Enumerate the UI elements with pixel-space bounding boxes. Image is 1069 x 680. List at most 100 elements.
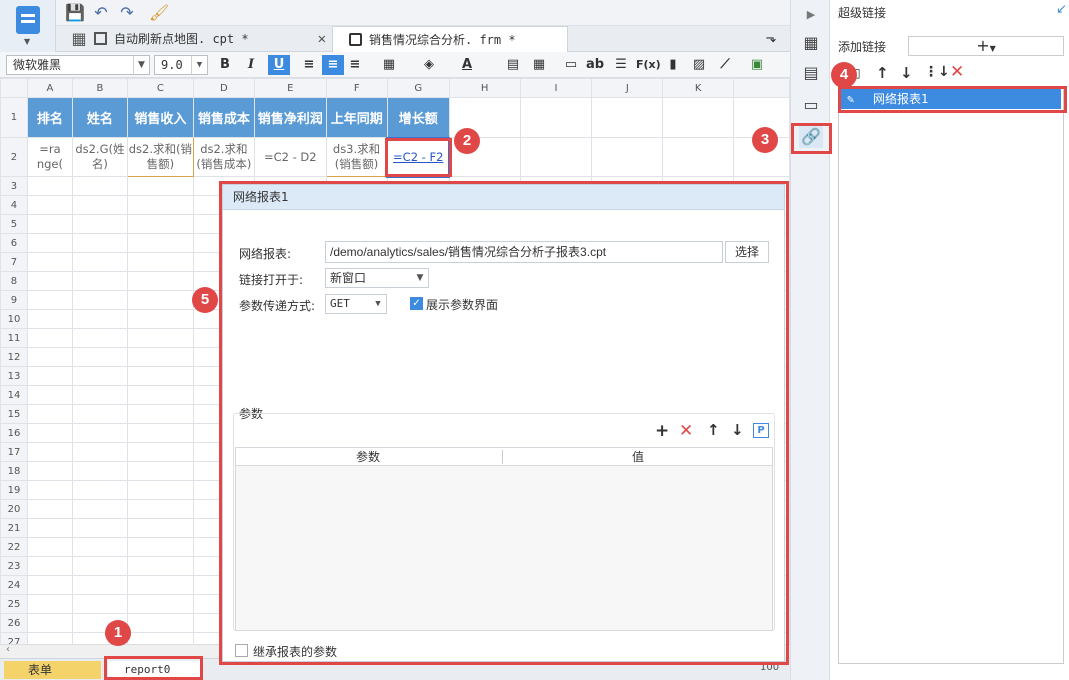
text-icon[interactable]: ab — [584, 55, 606, 75]
row-number[interactable]: 18 — [0, 461, 28, 481]
cell[interactable] — [71, 290, 128, 310]
link-item[interactable]: ✎ 网络报表1 — [841, 89, 1061, 109]
row-number[interactable]: 16 — [0, 423, 28, 443]
cell[interactable] — [126, 518, 194, 538]
cell[interactable] — [126, 309, 194, 329]
col-header[interactable]: D — [192, 78, 255, 98]
cell[interactable] — [126, 328, 194, 348]
row-number[interactable]: 17 — [0, 442, 28, 462]
data-cell[interactable]: ds2.求和(销售额) — [126, 137, 194, 177]
cell[interactable] — [71, 366, 128, 386]
cell[interactable] — [126, 347, 194, 367]
open-in-select[interactable]: 新窗口 ▼ — [325, 268, 429, 288]
row-number[interactable]: 20 — [0, 499, 28, 519]
col-header[interactable]: G — [386, 78, 450, 98]
cell[interactable] — [126, 385, 194, 405]
row-number[interactable]: 14 — [0, 385, 28, 405]
cell[interactable] — [71, 461, 128, 481]
cell[interactable] — [26, 347, 73, 367]
cell[interactable] — [126, 499, 194, 519]
header-cell[interactable]: 排名 — [26, 97, 73, 138]
data-cell[interactable]: =ra nge( — [26, 137, 73, 177]
selected-cell-g2[interactable]: =C2 - F2 — [386, 136, 451, 178]
arrow-down-icon[interactable]: ↓ — [731, 421, 744, 439]
cell[interactable] — [71, 347, 128, 367]
undo-icon[interactable]: ↶ — [90, 2, 112, 24]
sort-icon[interactable]: ⋮↓ — [924, 64, 950, 80]
close-icon[interactable]: ✕ — [318, 26, 326, 52]
data-cell[interactable]: ds2.求和(销售成本) — [192, 137, 255, 177]
row-number[interactable]: 4 — [0, 195, 28, 215]
col-header[interactable]: C — [126, 78, 194, 98]
cell[interactable] — [591, 97, 664, 138]
col-header[interactable]: H — [448, 78, 521, 98]
unmerge-icon[interactable]: ▦ — [528, 55, 550, 75]
row-number[interactable]: 11 — [0, 328, 28, 348]
cell[interactable] — [71, 480, 128, 500]
cell[interactable] — [71, 214, 128, 234]
cell[interactable] — [71, 537, 128, 557]
cell-element-icon[interactable]: ▦ — [799, 32, 823, 54]
cell[interactable] — [126, 632, 194, 644]
cell[interactable] — [26, 233, 73, 253]
cell[interactable] — [126, 404, 194, 424]
row-number[interactable]: 23 — [0, 556, 28, 576]
cell[interactable] — [26, 594, 73, 614]
data-cell[interactable]: ds2.G(姓名) — [71, 137, 128, 177]
param-p-icon[interactable]: P — [753, 423, 769, 438]
row-number[interactable]: 19 — [0, 480, 28, 500]
cell[interactable] — [26, 404, 73, 424]
row-number[interactable]: 5 — [0, 214, 28, 234]
cell[interactable] — [71, 556, 128, 576]
cell[interactable] — [126, 214, 194, 234]
cell[interactable] — [26, 632, 73, 644]
row-number[interactable]: 7 — [0, 252, 28, 272]
cell[interactable] — [71, 594, 128, 614]
sheet-tab-report0[interactable]: report0 — [108, 661, 200, 679]
tab-sales-analysis[interactable]: 销售情况综合分析. frm * — [332, 26, 568, 52]
align-right-icon[interactable]: ≡ — [344, 55, 366, 75]
cell[interactable] — [126, 252, 194, 272]
cell[interactable] — [126, 290, 194, 310]
cell[interactable] — [26, 461, 73, 481]
font-family-select[interactable]: 微软雅黑 ▼ — [6, 55, 150, 75]
cell[interactable] — [591, 137, 664, 177]
redo-icon[interactable]: ↷ — [116, 2, 138, 24]
col-header[interactable]: K — [662, 78, 735, 98]
save-icon[interactable]: 💾 — [64, 2, 86, 24]
formula-icon[interactable]: F(x) — [636, 55, 661, 75]
row-number[interactable]: 25 — [0, 594, 28, 614]
cell[interactable] — [126, 480, 194, 500]
image-icon[interactable]: ▨ — [688, 55, 710, 75]
cell[interactable] — [26, 214, 73, 234]
add-param-icon[interactable]: + — [655, 421, 669, 441]
cell[interactable] — [26, 537, 73, 557]
cell[interactable] — [519, 137, 593, 177]
expand-icon[interactable]: ↙ — [1056, 2, 1067, 17]
hyperlink-toolbar-icon[interactable]: ▭ — [560, 55, 582, 75]
cell[interactable] — [71, 518, 128, 538]
row-number[interactable]: 15 — [0, 404, 28, 424]
cell[interactable] — [662, 97, 735, 138]
inherit-params-checkbox[interactable] — [235, 644, 248, 657]
params-table[interactable]: 参数 值 — [235, 447, 773, 631]
data-cell[interactable]: =C2 - D2 — [253, 137, 327, 177]
merge-icon[interactable]: ▤ — [502, 55, 524, 75]
font-color-icon[interactable]: A — [456, 55, 478, 75]
tab-auto-refresh[interactable]: 自动刷新点地图. cpt * ✕ — [78, 26, 332, 52]
sub-report-icon[interactable]: ▣ — [746, 55, 768, 75]
row-number[interactable]: 12 — [0, 347, 28, 367]
cell[interactable] — [126, 366, 194, 386]
header-cell[interactable]: 上年同期 — [325, 97, 388, 138]
row-number[interactable]: 2 — [0, 137, 28, 177]
cell[interactable] — [26, 252, 73, 272]
row-number[interactable]: 22 — [0, 537, 28, 557]
row-number[interactable]: 13 — [0, 366, 28, 386]
cell[interactable] — [26, 613, 73, 633]
cell[interactable] — [126, 461, 194, 481]
cell[interactable] — [126, 195, 194, 215]
widget-icon[interactable]: ▭ — [799, 94, 823, 116]
data-cell[interactable]: ds3.求和(销售额) — [325, 137, 388, 177]
font-size-select[interactable]: 9.0 ▼ — [154, 55, 208, 75]
cell[interactable] — [71, 385, 128, 405]
